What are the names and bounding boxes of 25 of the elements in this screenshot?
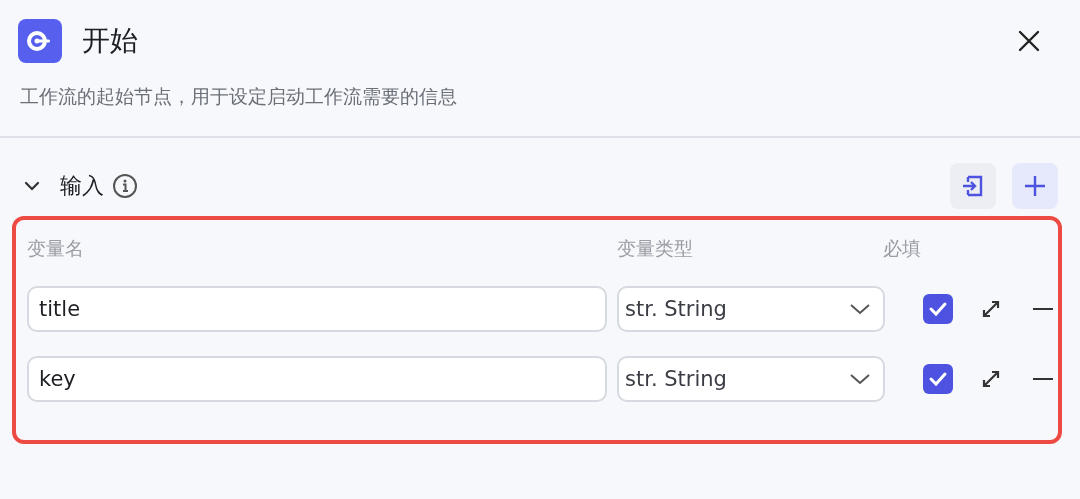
expand-icon (980, 368, 1002, 390)
info-icon[interactable] (112, 173, 138, 199)
plus-icon (1023, 174, 1047, 198)
check-icon (928, 371, 948, 387)
caret-icon (849, 302, 871, 316)
section-title: 输入 (60, 172, 104, 200)
import-button[interactable] (950, 163, 996, 209)
required-checkbox[interactable] (923, 364, 953, 394)
panel-title: 开始 (82, 23, 139, 59)
minus-icon (1033, 377, 1053, 381)
column-header: 变量名 (27, 236, 85, 261)
variable-name-field[interactable]: title (27, 286, 607, 332)
column-header: 必填 (883, 236, 922, 261)
panel-description: 工作流的起始节点，用于设定启动工作流需要的信息 (19, 84, 458, 109)
add-button[interactable] (1012, 163, 1058, 209)
check-icon (928, 301, 948, 317)
variable-type-select[interactable]: str. String (617, 356, 885, 402)
required-checkbox[interactable] (923, 294, 953, 324)
expand-icon (980, 298, 1002, 320)
column-header: 变量类型 (617, 236, 694, 261)
variable-type-select[interactable]: str. String (617, 286, 885, 332)
start-node-icon (18, 19, 62, 63)
minus-icon (1033, 307, 1053, 311)
variable-name-field[interactable]: key (27, 356, 607, 402)
caret-icon (849, 372, 871, 386)
